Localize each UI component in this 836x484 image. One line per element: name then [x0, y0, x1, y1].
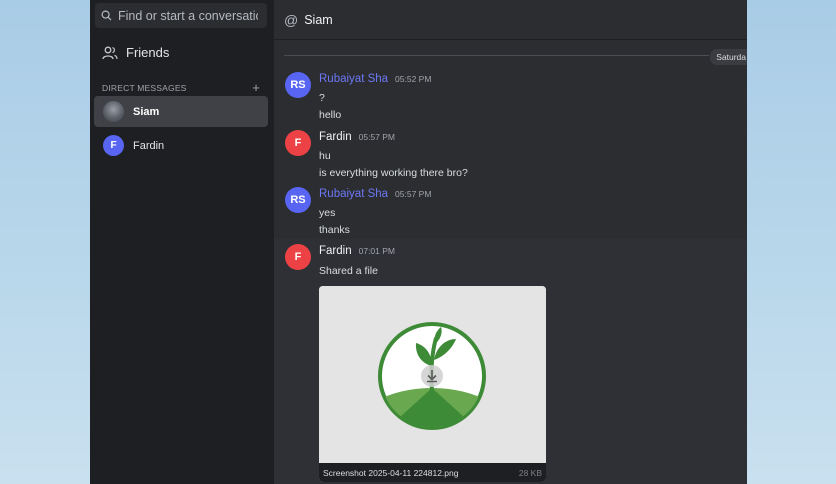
search-input[interactable]: [118, 8, 258, 23]
chat-header: @ Siam: [274, 0, 747, 40]
attachment-size: 28 KB: [518, 467, 542, 478]
attachment-filename[interactable]: Screenshot 2025-04-11 224812.png: [323, 468, 458, 478]
message-item: RS Rubaiyat Sha 05:57 PM yes thanks: [274, 186, 747, 239]
message-timestamp: 05:52 PM: [395, 74, 432, 84]
avatar: F: [285, 130, 311, 156]
message-item: RS Rubaiyat Sha 05:52 PM ? hello: [274, 70, 747, 126]
sidebar: Friends DIRECT MESSAGES + Siam F Fardin: [90, 0, 274, 484]
dm-name: Siam: [133, 105, 160, 118]
message-header: Rubaiyat Sha 05:52 PM: [319, 73, 431, 85]
message-header: Fardin 05:57 PM: [319, 131, 395, 143]
message-author[interactable]: Fardin: [319, 245, 352, 257]
message-list[interactable]: Saturda RS Rubaiyat Sha 05:52 PM ? hello…: [274, 41, 747, 484]
download-icon[interactable]: [420, 364, 444, 388]
attachment-info-bar: Screenshot 2025-04-11 224812.png 28 KB: [319, 463, 546, 482]
message-text: ?: [319, 92, 325, 104]
message-timestamp: 07:01 PM: [358, 246, 395, 256]
avatar: F: [285, 244, 311, 270]
message-text: is everything working there bro?: [319, 167, 468, 179]
avatar: RS: [285, 187, 311, 213]
message-item: F Fardin 07:01 PM Shared a file Screensh…: [274, 239, 747, 484]
dm-item-siam[interactable]: Siam: [94, 96, 268, 127]
channel-title: Siam: [304, 12, 333, 27]
date-divider-label: Saturda: [709, 48, 747, 66]
friends-nav-item[interactable]: Friends: [102, 45, 169, 60]
add-dm-button[interactable]: +: [252, 80, 260, 95]
chat-main: @ Siam Saturda RS Rubaiyat Sha 05:52 PM …: [274, 0, 747, 484]
date-divider: [284, 55, 747, 56]
message-text: yes: [319, 207, 336, 219]
file-attachment[interactable]: Screenshot 2025-04-11 224812.png 28 KB: [319, 286, 546, 482]
friends-label: Friends: [126, 45, 170, 60]
dm-name: Fardin: [133, 139, 165, 152]
direct-messages-title: DIRECT MESSAGES: [102, 82, 187, 93]
dm-item-fardin[interactable]: F Fardin: [94, 130, 268, 161]
message-header: Fardin 07:01 PM: [319, 245, 395, 257]
message-text: thanks: [319, 224, 350, 236]
message-timestamp: 05:57 PM: [358, 132, 395, 142]
message-author[interactable]: Rubaiyat Sha: [319, 188, 388, 200]
message-header: Rubaiyat Sha 05:57 PM: [319, 188, 431, 200]
message-item: F Fardin 05:57 PM hu is everything worki…: [274, 128, 747, 184]
avatar: F: [103, 135, 124, 156]
message-author[interactable]: Fardin: [319, 131, 352, 143]
friends-icon: [102, 46, 118, 59]
direct-messages-header: DIRECT MESSAGES +: [102, 80, 260, 95]
message-text: hello: [319, 109, 342, 121]
avatar: [103, 101, 124, 122]
chat-app-window: Friends DIRECT MESSAGES + Siam F Fardin …: [90, 0, 747, 484]
message-text: Shared a file: [319, 265, 378, 277]
at-icon: @: [284, 11, 299, 28]
message-timestamp: 05:57 PM: [395, 189, 432, 199]
search-bar[interactable]: [95, 3, 267, 28]
attachment-preview[interactable]: [319, 286, 546, 463]
avatar: RS: [285, 72, 311, 98]
search-icon: [101, 10, 112, 21]
message-author[interactable]: Rubaiyat Sha: [319, 73, 388, 85]
message-text: hu: [319, 150, 331, 162]
